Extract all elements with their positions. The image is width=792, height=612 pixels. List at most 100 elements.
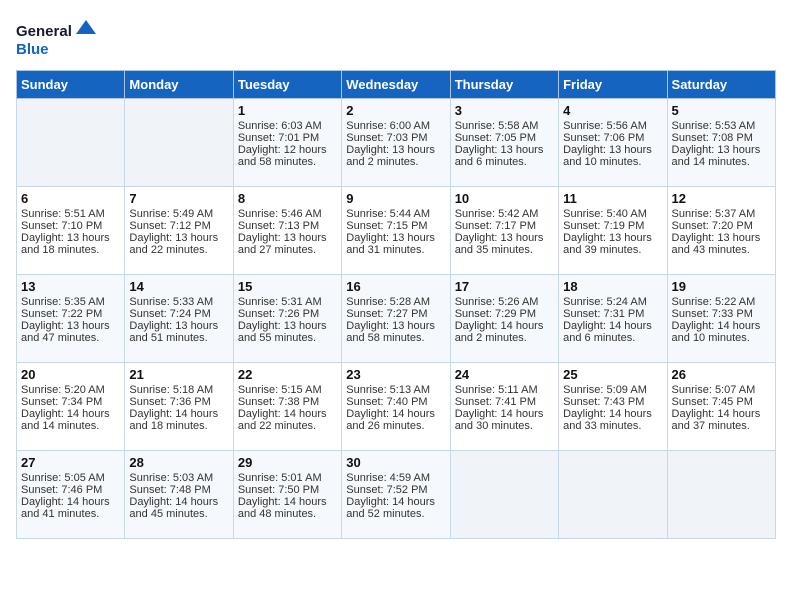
day-info: and 45 minutes. <box>129 508 228 520</box>
day-number: 20 <box>21 367 120 382</box>
day-info: Sunrise: 6:03 AM <box>238 120 337 132</box>
day-info: and 6 minutes. <box>563 332 662 344</box>
day-number: 15 <box>238 279 337 294</box>
day-info: Sunset: 7:26 PM <box>238 308 337 320</box>
calendar-cell: 5Sunrise: 5:53 AMSunset: 7:08 PMDaylight… <box>667 99 775 187</box>
day-number: 5 <box>672 103 771 118</box>
day-info: and 2 minutes. <box>346 156 445 168</box>
day-info: Sunrise: 5:13 AM <box>346 384 445 396</box>
weekday-header-sunday: Sunday <box>17 71 125 99</box>
day-info: Sunset: 7:17 PM <box>455 220 554 232</box>
day-info: Sunset: 7:01 PM <box>238 132 337 144</box>
day-number: 9 <box>346 191 445 206</box>
day-number: 22 <box>238 367 337 382</box>
day-info: and 47 minutes. <box>21 332 120 344</box>
day-info: and 39 minutes. <box>563 244 662 256</box>
calendar-cell <box>559 451 667 539</box>
day-number: 24 <box>455 367 554 382</box>
day-info: Sunrise: 5:51 AM <box>21 208 120 220</box>
day-info: Sunrise: 5:37 AM <box>672 208 771 220</box>
calendar-cell: 4Sunrise: 5:56 AMSunset: 7:06 PMDaylight… <box>559 99 667 187</box>
weekday-header-monday: Monday <box>125 71 233 99</box>
calendar-cell: 1 Sunrise: 6:03 AMSunset: 7:01 PMDaylight… <box>233 99 341 187</box>
day-info: Sunset: 7:06 PM <box>563 132 662 144</box>
day-info: and 26 minutes. <box>346 420 445 432</box>
day-info: Sunrise: 5:42 AM <box>455 208 554 220</box>
day-info: and 41 minutes. <box>21 508 120 520</box>
day-info: Daylight: 14 hours <box>346 408 445 420</box>
day-info: Sunrise: 5:58 AM <box>455 120 554 132</box>
day-info: Sunrise: 5:22 AM <box>672 296 771 308</box>
day-info: and 43 minutes. <box>672 244 771 256</box>
calendar-cell: 13Sunrise: 5:35 AMSunset: 7:22 PMDayligh… <box>17 275 125 363</box>
calendar-table: SundayMondayTuesdayWednesdayThursdayFrid… <box>16 70 776 539</box>
day-number: 27 <box>21 455 120 470</box>
day-info: and 18 minutes. <box>129 420 228 432</box>
day-number: 23 <box>346 367 445 382</box>
day-info: Daylight: 13 hours <box>238 232 337 244</box>
svg-text:General: General <box>16 23 72 40</box>
day-number: 2 <box>346 103 445 118</box>
calendar-cell: 7Sunrise: 5:49 AMSunset: 7:12 PMDaylight… <box>125 187 233 275</box>
calendar-cell: 30Sunrise: 4:59 AMSunset: 7:52 PMDayligh… <box>342 451 450 539</box>
day-number: 16 <box>346 279 445 294</box>
day-info: Sunrise: 5:28 AM <box>346 296 445 308</box>
day-info: Sunrise: 5:26 AM <box>455 296 554 308</box>
day-info: and 48 minutes. <box>238 508 337 520</box>
calendar-cell: 16 Sunrise: 5:28 AMSunset: 7:27 PMDayligh… <box>342 275 450 363</box>
day-number: 4 <box>563 103 662 118</box>
day-number: 3 <box>455 103 554 118</box>
day-info: Sunrise: 5:33 AM <box>129 296 228 308</box>
weekday-header-tuesday: Tuesday <box>233 71 341 99</box>
day-info: Daylight: 13 hours <box>672 232 771 244</box>
day-info: Sunrise: 5:53 AM <box>672 120 771 132</box>
calendar-cell: 23Sunrise: 5:13 AMSunset: 7:40 PMDayligh… <box>342 363 450 451</box>
calendar-week-row: 6Sunrise: 5:51 AMSunset: 7:10 PMDaylight… <box>17 187 776 275</box>
calendar-cell: 27Sunrise: 5:05 AMSunset: 7:46 PMDayligh… <box>17 451 125 539</box>
day-info: Sunset: 7:19 PM <box>563 220 662 232</box>
calendar-cell: 26Sunrise: 5:07 AMSunset: 7:45 PMDayligh… <box>667 363 775 451</box>
day-info: Daylight: 13 hours <box>346 320 445 332</box>
weekday-header-friday: Friday <box>559 71 667 99</box>
day-info: Sunset: 7:31 PM <box>563 308 662 320</box>
day-number: 8 <box>238 191 337 206</box>
day-info: and 18 minutes. <box>21 244 120 256</box>
day-info: Daylight: 13 hours <box>563 144 662 156</box>
day-info: Daylight: 14 hours <box>563 320 662 332</box>
day-info: Sunrise: 5:09 AM <box>563 384 662 396</box>
day-info: Sunset: 7:27 PM <box>346 308 445 320</box>
calendar-cell: 18Sunrise: 5:24 AMSunset: 7:31 PMDayligh… <box>559 275 667 363</box>
day-info: Daylight: 14 hours <box>238 408 337 420</box>
day-info: Daylight: 13 hours <box>238 320 337 332</box>
calendar-week-row: 20Sunrise: 5:20 AMSunset: 7:34 PMDayligh… <box>17 363 776 451</box>
day-number: 6 <box>21 191 120 206</box>
day-info: Sunrise: 5:49 AM <box>129 208 228 220</box>
calendar-cell <box>667 451 775 539</box>
day-info: Sunrise: 5:44 AM <box>346 208 445 220</box>
day-info: and 52 minutes. <box>346 508 445 520</box>
day-info: Daylight: 14 hours <box>21 496 120 508</box>
day-info: Daylight: 14 hours <box>129 496 228 508</box>
calendar-cell: 17Sunrise: 5:26 AMSunset: 7:29 PMDayligh… <box>450 275 558 363</box>
day-info: and 10 minutes. <box>563 156 662 168</box>
day-info: Daylight: 14 hours <box>563 408 662 420</box>
day-info: Sunset: 7:41 PM <box>455 396 554 408</box>
day-number: 1 <box>238 103 337 118</box>
day-info: Sunset: 7:29 PM <box>455 308 554 320</box>
day-info: and 58 minutes. <box>346 332 445 344</box>
calendar-cell: 2Sunrise: 6:00 AMSunset: 7:03 PMDaylight… <box>342 99 450 187</box>
day-info: Sunrise: 5:18 AM <box>129 384 228 396</box>
day-info: Sunset: 7:13 PM <box>238 220 337 232</box>
day-info: and 22 minutes. <box>129 244 228 256</box>
page-header: General Blue <box>16 16 776 60</box>
day-info: Daylight: 13 hours <box>346 144 445 156</box>
day-number: 25 <box>563 367 662 382</box>
day-info: Daylight: 12 hours <box>238 144 337 156</box>
day-info: Daylight: 14 hours <box>238 496 337 508</box>
calendar-header-row: SundayMondayTuesdayWednesdayThursdayFrid… <box>17 71 776 99</box>
day-info: Daylight: 13 hours <box>563 232 662 244</box>
day-number: 13 <box>21 279 120 294</box>
day-info: Daylight: 14 hours <box>346 496 445 508</box>
day-info: and 14 minutes. <box>672 156 771 168</box>
day-info: and 14 minutes. <box>21 420 120 432</box>
